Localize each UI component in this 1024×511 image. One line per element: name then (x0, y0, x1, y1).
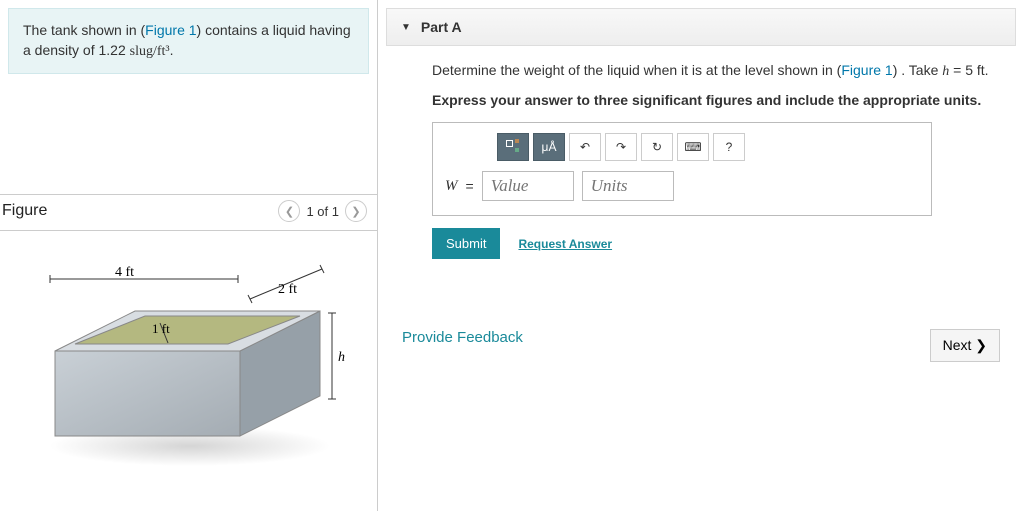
figure-count: 1 of 1 (306, 204, 339, 219)
instruction-text: Express your answer to three significant… (432, 92, 1000, 108)
prev-figure-button[interactable]: ❮ (278, 200, 300, 222)
template-icon[interactable] (497, 133, 529, 161)
figure-header: Figure ❮ 1 of 1 ❯ (0, 194, 377, 231)
help-icon[interactable]: ? (713, 133, 745, 161)
answer-area: μÅ ↶ ↷ ↻ ⌨ ? W = (432, 122, 932, 216)
variable-label: W (445, 178, 458, 195)
keyboard-icon[interactable]: ⌨ (677, 133, 709, 161)
undo-icon[interactable]: ↶ (569, 133, 601, 161)
figure-pager: ❮ 1 of 1 ❯ (278, 200, 367, 222)
question-text: Determine the weight of the liquid when … (432, 60, 1000, 82)
collapse-icon: ▼ (401, 22, 411, 33)
reset-icon[interactable]: ↻ (641, 133, 673, 161)
dim-w: 4 ft (115, 265, 134, 280)
dim-inner: 1 ft (152, 321, 170, 336)
part-header[interactable]: ▼ Part A (386, 8, 1016, 46)
value-input[interactable] (482, 171, 574, 201)
next-button[interactable]: Next ❯ (930, 329, 1000, 362)
problem-post: . (170, 42, 174, 58)
figure-ref-link[interactable]: Figure 1 (145, 22, 196, 38)
problem-statement: The tank shown in (Figure 1) contains a … (8, 8, 369, 74)
figure-image: 4 ft 2 ft 1 ft h (0, 251, 360, 471)
symbols-icon[interactable]: μÅ (533, 133, 565, 161)
equals-sign: = (466, 178, 474, 194)
dim-d: 2 ft (278, 282, 297, 297)
provide-feedback-link[interactable]: Provide Feedback (402, 329, 523, 362)
figure-title: Figure (0, 202, 47, 220)
input-toolbar: μÅ ↶ ↷ ↻ ⌨ ? (497, 133, 919, 161)
submit-button[interactable]: Submit (432, 228, 500, 259)
units-input[interactable] (582, 171, 674, 201)
next-figure-button[interactable]: ❯ (345, 200, 367, 222)
problem-pre: The tank shown in ( (23, 22, 145, 38)
dim-h: h (338, 350, 345, 365)
part-label: Part A (421, 19, 462, 35)
figure-ref-link-2[interactable]: Figure 1 (841, 62, 892, 78)
request-answer-link[interactable]: Request Answer (518, 237, 612, 251)
problem-unit: slug/ft³ (130, 44, 170, 59)
redo-icon[interactable]: ↷ (605, 133, 637, 161)
